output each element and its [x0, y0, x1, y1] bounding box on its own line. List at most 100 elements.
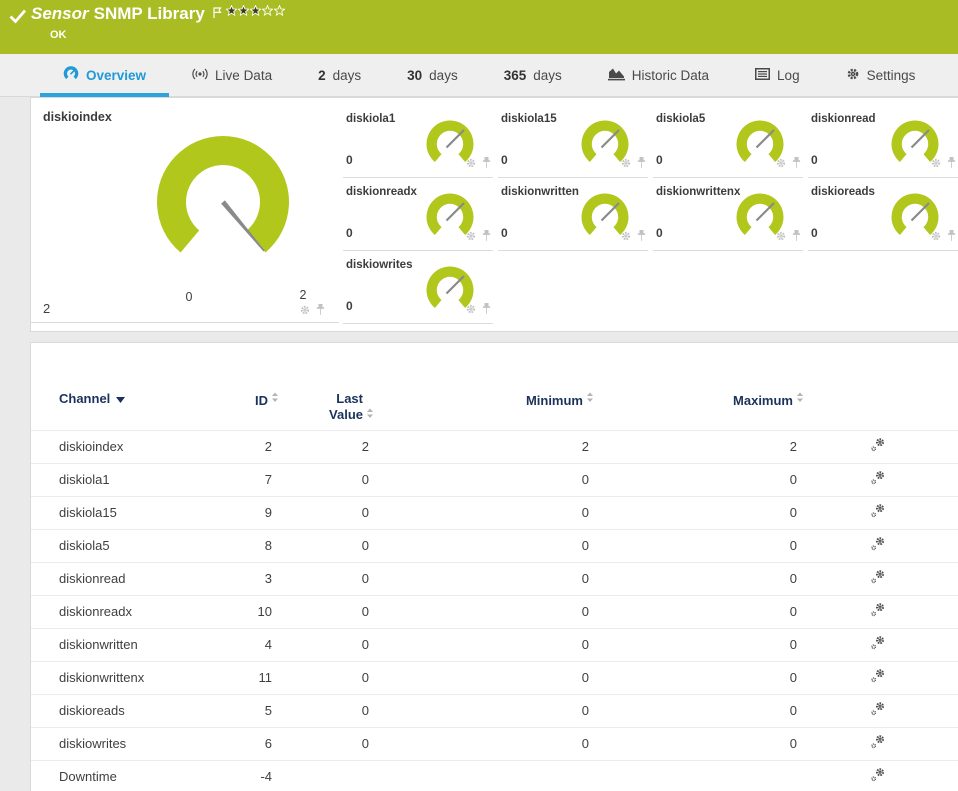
channel-name-cell: diskiola1 — [31, 462, 231, 496]
pin-icon[interactable] — [482, 302, 491, 320]
channel-settings-icon[interactable] — [870, 767, 886, 786]
gauge-value: 0 — [346, 299, 353, 313]
gauge-value: 0 — [346, 226, 353, 240]
tab-log[interactable]: Log — [732, 54, 823, 96]
tab-label: Historic Data — [631, 67, 710, 83]
gauge-title: diskionwritten — [501, 186, 579, 198]
pin-icon[interactable] — [316, 303, 325, 321]
table-row: diskiola1 7 0 0 0 — [31, 462, 958, 496]
pin-icon[interactable] — [482, 156, 491, 174]
gear-icon[interactable] — [930, 229, 942, 247]
column-header-last-value[interactable]: Last Value — [279, 373, 374, 430]
channel-settings-icon[interactable] — [870, 668, 886, 687]
live-data-icon — [192, 66, 208, 85]
tab-label: Overview — [86, 67, 147, 83]
gear-icon[interactable] — [930, 156, 942, 174]
channel-maximum-cell: 0 — [594, 726, 804, 760]
tab-2-days[interactable]: 2 days — [295, 54, 384, 96]
channel-minimum-cell: 2 — [374, 429, 594, 463]
channel-last-value-cell: 0 — [279, 528, 374, 562]
sensor-header: Sensor SNMP Library OK — [0, 0, 958, 54]
tab-30-days[interactable]: 30 days — [384, 54, 481, 96]
table-row: diskionread 3 0 0 0 — [31, 561, 958, 595]
channel-id-cell: 6 — [231, 726, 279, 760]
channel-last-value-cell: 2 — [279, 429, 374, 463]
channel-id-cell: 7 — [231, 462, 279, 496]
pin-icon[interactable] — [792, 229, 801, 247]
tab-overview[interactable]: Overview — [40, 54, 170, 97]
tab-number: 2 — [318, 67, 326, 83]
gear-icon[interactable] — [465, 302, 477, 320]
pin-icon[interactable] — [947, 229, 956, 247]
channel-settings-icon[interactable] — [870, 503, 886, 522]
gear-icon[interactable] — [620, 229, 632, 247]
channel-id-cell: 9 — [231, 495, 279, 529]
pin-icon[interactable] — [637, 156, 646, 174]
tab-label: Live Data — [215, 67, 273, 83]
gauge-title: diskiola15 — [501, 113, 557, 125]
channel-last-value-cell — [279, 759, 374, 791]
sensor-name: SNMP Library — [93, 4, 205, 23]
pin-icon[interactable] — [637, 229, 646, 247]
channel-id-cell: 2 — [231, 429, 279, 463]
channel-minimum-cell: 0 — [374, 594, 594, 628]
gauge-title: diskiowrites — [346, 259, 413, 271]
column-header-id[interactable]: ID — [231, 373, 279, 430]
gauge-value: 0 — [501, 153, 508, 167]
channel-settings-icon[interactable] — [870, 635, 886, 654]
gear-icon[interactable] — [620, 156, 632, 174]
overview-panel: diskioindex 0 2 2 diskiola1 0 diskiola15… — [30, 97, 958, 332]
gear-icon[interactable] — [465, 156, 477, 174]
channel-maximum-cell: 0 — [594, 561, 804, 595]
gear-icon[interactable] — [775, 229, 787, 247]
tab-historic-data[interactable]: Historic Data — [585, 54, 732, 96]
gear-icon[interactable] — [299, 303, 311, 321]
channel-maximum-cell: 0 — [594, 528, 804, 562]
channel-settings-icon[interactable] — [870, 470, 886, 489]
channel-name-cell: diskiola15 — [31, 495, 231, 529]
star-filled-icon — [225, 5, 237, 16]
settings-icon — [846, 67, 860, 84]
channel-minimum-cell — [374, 759, 594, 791]
table-row: diskionreadx 10 0 0 0 — [31, 594, 958, 628]
gauge-cell: diskiola1 0 — [343, 109, 493, 178]
column-header-maximum[interactable]: Maximum — [594, 373, 804, 430]
channel-settings-icon[interactable] — [870, 602, 886, 621]
page-title: Sensor SNMP Library — [31, 4, 205, 24]
pin-icon[interactable] — [792, 156, 801, 174]
channel-name-cell: diskioindex — [31, 429, 231, 463]
pin-icon[interactable] — [482, 229, 491, 247]
log-icon — [755, 67, 771, 83]
channel-settings-icon[interactable] — [870, 701, 886, 720]
column-header-minimum[interactable]: Minimum — [374, 373, 594, 430]
pin-icon[interactable] — [947, 156, 956, 174]
gear-icon[interactable] — [775, 156, 787, 174]
sort-icon — [796, 391, 804, 406]
sort-caret-icon — [116, 391, 126, 406]
channel-settings-icon[interactable] — [870, 437, 886, 456]
channel-maximum-cell: 0 — [594, 462, 804, 496]
channel-settings-icon[interactable] — [870, 734, 886, 753]
gear-icon[interactable] — [465, 229, 477, 247]
gauge-cell: diskioreads 0 — [808, 182, 958, 251]
tab-settings[interactable]: Settings — [823, 54, 939, 96]
column-header-channel[interactable]: Channel — [31, 373, 231, 430]
channel-maximum-cell: 0 — [594, 693, 804, 727]
flag-icon[interactable] — [213, 6, 222, 24]
tab-live-data[interactable]: Live Data — [169, 54, 295, 96]
channel-maximum-cell — [594, 759, 804, 791]
channel-name-cell: Downtime — [31, 759, 231, 791]
tab-365-days[interactable]: 365 days — [481, 54, 585, 96]
priority-stars[interactable] — [225, 5, 285, 16]
gauge-value: 0 — [811, 226, 818, 240]
gauge-title: diskionreadx — [346, 186, 417, 198]
gauge-cell: diskiola15 0 — [498, 109, 648, 178]
channel-settings-icon[interactable] — [870, 569, 886, 588]
channel-name-cell: diskiowrites — [31, 726, 231, 760]
tab-number: 365 — [503, 67, 527, 83]
small-gauge-grid: diskiola1 0 diskiola15 0 diskiola5 0 dis… — [343, 109, 958, 324]
gauge-title: diskioindex — [43, 110, 112, 124]
channel-settings-icon[interactable] — [870, 536, 886, 555]
table-row: diskiola5 8 0 0 0 — [31, 528, 958, 562]
gauge-max-label: 2 — [299, 288, 307, 302]
